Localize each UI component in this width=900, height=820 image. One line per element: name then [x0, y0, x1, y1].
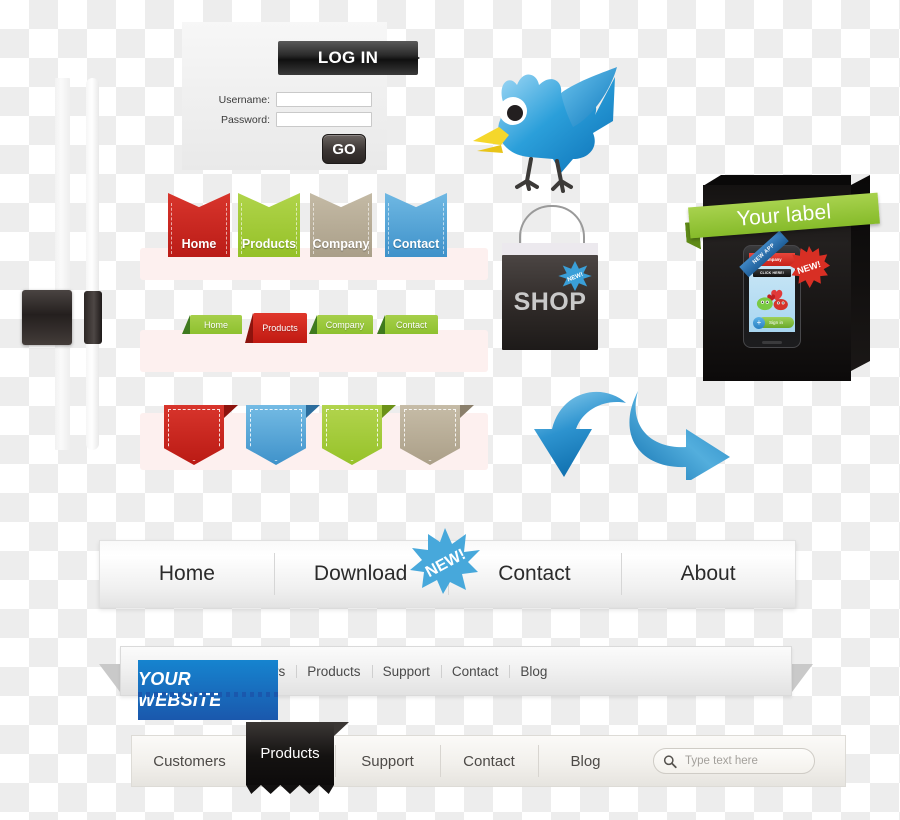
bottom-item-label: Products [260, 745, 320, 762]
small-tab-label: Contact [395, 319, 428, 330]
bottom-item-label: Blog [570, 752, 601, 770]
ribbon-right-fold [789, 664, 813, 696]
bottom-item-customers[interactable]: Customers [132, 736, 247, 786]
nav-item-label: Home [158, 562, 215, 585]
scrollbar-thumb-left[interactable] [22, 290, 72, 345]
chevron-tab-label: Company [312, 237, 370, 251]
brand-wrapper: YOUR WEBSITE [120, 646, 278, 720]
bottom-item-label: Contact [463, 752, 515, 770]
bottom-item-support[interactable]: Support [335, 736, 440, 786]
nav-item-label: About [680, 562, 736, 585]
login-banner-label: LOG IN [317, 48, 379, 67]
password-input[interactable] [276, 112, 372, 127]
curved-arrow-right-icon [629, 391, 730, 480]
chevron-tab-products[interactable]: Products [238, 193, 300, 257]
login-submit-label: GO [332, 140, 356, 158]
active-tab-zigzag-edge [246, 785, 334, 794]
search-box[interactable] [653, 748, 815, 774]
scrollbar-track-right[interactable] [86, 78, 99, 450]
product-new-starburst-badge: NEW! [789, 246, 830, 288]
nav-item-home[interactable]: Home [100, 541, 274, 607]
ribbon-link-label: Blog [520, 663, 548, 679]
twitter-bird-icon [473, 67, 617, 193]
bottom-item-contact[interactable]: Contact [440, 736, 538, 786]
small-tab-home[interactable]: Home [182, 315, 242, 334]
ribbon-link-label: Support [382, 663, 430, 679]
bottom-item-blog[interactable]: Blog [538, 736, 633, 786]
small-tab-label: Company [325, 319, 365, 330]
login-banner: LOG IN [278, 41, 418, 75]
small-tab-label: Products [262, 323, 298, 333]
bottom-item-products[interactable]: Products [246, 722, 334, 785]
nav-new-starburst-badge: NEW! [410, 528, 480, 594]
password-row: Password: [220, 112, 372, 127]
scrollbar-thumb-right[interactable] [84, 291, 102, 344]
ribbon-link-contact[interactable]: Contact [440, 663, 510, 679]
search-icon [663, 754, 677, 768]
phone-home-button[interactable] [762, 341, 782, 344]
search-input[interactable] [683, 754, 805, 768]
nav-item-about[interactable]: About [621, 541, 795, 607]
bottom-item-label: Customers [153, 752, 226, 770]
nav-item-label: Download [313, 562, 408, 585]
phone-cta-label: CLICK HERE! [759, 271, 785, 275]
login-fields: Username: Password: [218, 92, 372, 132]
bottom-item-label: Support [361, 752, 414, 770]
phone-signin-label: Sign in [768, 320, 784, 325]
shop-new-burst-badge: NEW! [558, 261, 592, 291]
login-submit-button[interactable]: GO [322, 134, 366, 164]
shopping-bag-label: SHOP [513, 288, 587, 316]
brand-zigzag-edge [138, 692, 278, 697]
chevron-tab-label: Home [181, 237, 217, 251]
chevron-tab-contact[interactable]: Contact [385, 193, 447, 257]
small-tab-contact[interactable]: Contact [377, 315, 438, 334]
phone-add-button[interactable]: + [753, 317, 765, 329]
product-label-ribbon-text: Your label [735, 199, 833, 231]
chevron-tab-label: Contact [392, 237, 440, 251]
chevron-tab-label: Products [241, 237, 297, 251]
active-tab-fold-icon [334, 722, 349, 736]
username-row: Username: [218, 92, 372, 107]
username-input[interactable] [276, 92, 372, 107]
chevron-tab-company[interactable]: Company [310, 193, 372, 257]
small-tab-label: Home [203, 319, 228, 330]
phone-plus-label: + [756, 318, 762, 327]
scrollbar-track-left[interactable] [55, 78, 70, 450]
brand-logo[interactable]: YOUR WEBSITE [138, 660, 278, 720]
small-tabs-panel [140, 330, 488, 372]
password-label: Password: [220, 113, 270, 126]
curved-arrows-group [534, 391, 730, 480]
username-label: Username: [218, 93, 270, 106]
ribbon-link-label: Contact [451, 663, 499, 679]
chevron-tab-home[interactable]: Home [168, 193, 230, 257]
small-tab-company[interactable]: Company [309, 315, 373, 334]
phone-cta-button[interactable]: CLICK HERE! [753, 269, 791, 277]
ribbon-link-support[interactable]: Support [371, 663, 441, 679]
nav-item-label: Contact [498, 562, 571, 585]
ribbon-link-label: Products [307, 663, 361, 679]
small-tab-products[interactable]: Products [245, 313, 307, 343]
curved-arrow-down-icon [534, 391, 626, 477]
ribbon-link-blog[interactable]: Blog [509, 664, 558, 679]
ribbon-link-products[interactable]: Products [296, 664, 371, 679]
brand-label: YOUR WEBSITE [138, 669, 222, 710]
